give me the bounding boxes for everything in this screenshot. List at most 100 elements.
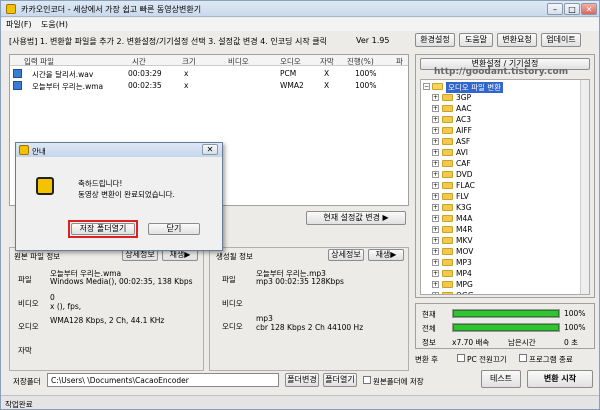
row-audio: PCM [280,69,297,78]
row-progress: 100% [355,69,377,78]
table-row[interactable]: 시간을 달리서.wav 00:03:29 x PCM X 100% [10,68,408,80]
expand-icon[interactable]: + [432,215,439,222]
tree-item[interactable]: + MP3 [421,257,581,268]
settings-button[interactable]: 환경설정 [415,33,455,47]
source-info-panel: 원본 파일 정보 상세정보 재생▶ 파일 오늘부터 우리는.wma Window… [9,247,204,371]
tree-item[interactable]: + K3G [421,202,581,213]
collapse-icon[interactable]: − [423,83,430,90]
test-button[interactable]: 테스트 [481,370,521,388]
expand-icon[interactable]: + [432,94,439,101]
header-time[interactable]: 시간 [132,56,146,67]
expand-icon[interactable]: + [432,281,439,288]
menu-help[interactable]: 도움(H) [41,19,68,30]
pc-shutdown-checkbox[interactable] [457,354,465,362]
source-subtitle-label: 자막 [18,346,32,355]
request-button[interactable]: 변환요청 [497,33,537,47]
header-audio[interactable]: 오디오 [280,56,301,67]
expand-icon[interactable]: + [432,182,439,189]
tree-item[interactable]: + OGG [421,290,581,294]
open-save-folder-button[interactable]: 저장 폴더열기 [71,223,135,235]
help-button[interactable]: 도움말 [459,33,493,47]
table-row[interactable]: 오늘부터 우리는.wma 00:02:35 x WMA2 X 100% [10,80,408,92]
dialog-close-button[interactable]: 닫기 [148,223,200,235]
expand-icon[interactable]: + [432,193,439,200]
tree-item[interactable]: + CAF [421,158,581,169]
tree-item[interactable]: + AAC [421,103,581,114]
minimize-icon[interactable]: – [547,3,563,15]
output-audio-detail: cbr 128 Kbps 2 Ch 44100 Hz [256,323,364,332]
folder-icon [442,270,453,277]
folder-icon [442,204,453,211]
tree-item-label: AAC [456,104,472,113]
file-list-header: 입력 파일 시간 크기 비디오 오디오 자막 진행(%) 파 [10,55,408,66]
format-tree[interactable]: − 오디오 파일 변환 +3GP + AAC + AC3 + AIFF + ASF + AVI + CA… [420,79,590,295]
tree-item-label: MPG [456,280,473,289]
maximize-icon[interactable]: □ [564,3,580,15]
exit-program-label: 프로그램 종료 [529,355,573,364]
output-play-button[interactable]: 재생▶ [368,249,404,261]
expand-icon[interactable]: + [432,270,439,277]
info-label: 정보 [422,338,436,347]
tree-item[interactable]: + M4A [421,213,581,224]
source-video-label: 비디오 [18,299,39,308]
header-progress[interactable]: 진행(%) [347,56,374,67]
expand-icon[interactable]: + [432,149,439,156]
tree-item-label: MOV [456,247,474,256]
tree-item[interactable]: +3GP [421,92,581,103]
dialog-close-icon[interactable]: ✕ [202,144,218,155]
header-extra[interactable]: 파 [396,56,403,67]
row-subtitle: X [324,81,330,90]
tree-item[interactable]: + ASF [421,136,581,147]
folder-icon [442,105,453,112]
update-button[interactable]: 업데이트 [541,33,581,47]
header-video[interactable]: 비디오 [228,56,249,67]
tree-root[interactable]: − 오디오 파일 변환 [421,81,581,93]
expand-icon[interactable]: + [432,138,439,145]
tree-item[interactable]: + AC3 [421,114,581,125]
header-size[interactable]: 크기 [182,56,196,67]
menu-file[interactable]: 파일(F) [6,19,32,30]
expand-icon[interactable]: + [432,127,439,134]
tree-item[interactable]: + M4R [421,224,581,235]
dialog-title-bar: 안내 ✕ [16,143,222,157]
window-title: 카카오인코더 - 세상에서 가장 쉽고 빠른 동영상변환기 [21,5,202,14]
tree-item[interactable]: + FLAC [421,180,581,191]
expand-icon[interactable]: + [432,226,439,233]
tree-item-label: M4R [456,225,473,234]
audio-file-icon [13,69,22,78]
tree-item[interactable]: + AIFF [421,125,581,136]
header-input-file[interactable]: 입력 파일 [24,56,54,67]
save-folder-path[interactable]: C:\Users\ \Documents\CacaoEncoder [47,373,279,387]
expand-icon[interactable]: + [432,116,439,123]
tree-scrollbar[interactable] [580,80,589,294]
output-detail-button[interactable]: 상세정보 [328,249,364,261]
tree-item[interactable]: + AVI [421,147,581,158]
tree-item[interactable]: + MOV [421,246,581,257]
expand-icon[interactable]: + [432,160,439,167]
close-icon[interactable]: ✕ [581,3,597,15]
tree-item[interactable]: + FLV [421,191,581,202]
tree-item-label: MP4 [456,269,472,278]
expand-icon[interactable]: + [432,171,439,178]
tree-item[interactable]: + DVD [421,169,581,180]
folder-icon [442,171,453,178]
expand-icon[interactable]: + [432,237,439,244]
tree-item-label: 3GP [456,93,472,102]
expand-icon[interactable]: + [432,292,439,294]
open-folder-button[interactable]: 폴더열기 [323,373,357,387]
expand-icon[interactable]: + [432,105,439,112]
expand-icon[interactable]: + [432,204,439,211]
folder-icon [442,226,453,233]
change-current-settings-button[interactable]: 현재 설정값 변경 ▶ [306,211,406,225]
start-conversion-button[interactable]: 변환 시작 [527,370,593,388]
expand-icon[interactable]: + [432,259,439,266]
tree-item[interactable]: + MKV [421,235,581,246]
change-folder-button[interactable]: 폴더변경 [285,373,319,387]
exit-program-checkbox[interactable] [519,354,527,362]
expand-icon[interactable]: + [432,248,439,255]
header-subtitle[interactable]: 자막 [320,56,334,67]
same-folder-checkbox[interactable] [363,376,371,384]
tree-item[interactable]: + MPG [421,279,581,290]
speed-value: x7.70 배속 [452,338,490,347]
tree-item[interactable]: + MP4 [421,268,581,279]
